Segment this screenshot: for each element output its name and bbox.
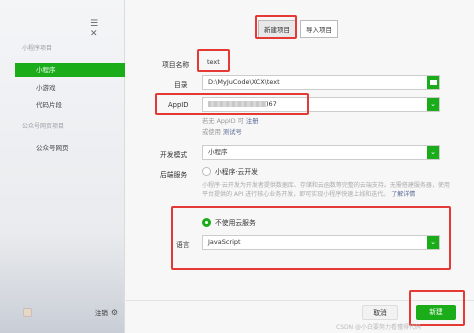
gear-icon[interactable]: ⚙ xyxy=(111,308,118,317)
project-name-label: 项目名称 xyxy=(162,61,190,69)
avatar[interactable] xyxy=(23,307,32,317)
logout-label: 注销 xyxy=(94,309,108,317)
radio-cloud-icon[interactable] xyxy=(202,166,211,176)
appid-hint-test: 或使用 测试号 xyxy=(202,127,242,136)
learn-more-link[interactable]: 了解详情 xyxy=(391,191,415,198)
sidebar-bottom: 注销 ⚙ xyxy=(23,305,118,319)
main-panel: 新建项目 导入项目 项目名称 text 目录 D:\MyJuCode\XCX\t… xyxy=(126,0,474,333)
logout-button[interactable]: 注销 ⚙ xyxy=(94,307,118,318)
radio-cloud-label: 小程序·云开发 xyxy=(215,168,258,176)
sidebar-item-miniprogram[interactable]: 小程序 xyxy=(15,63,125,77)
folder-picker-button[interactable] xyxy=(427,76,439,89)
dev-mode-label: 开发模式 xyxy=(160,151,188,159)
radio-cloud[interactable]: 小程序·云开发 xyxy=(202,166,258,176)
sidebar-item-code-snippet[interactable]: 代码片段 xyxy=(15,98,125,112)
section-title-web: 公众号网页项目 xyxy=(22,123,65,130)
sidebar-item-web[interactable]: 公众号网页 xyxy=(15,141,125,155)
window-controls: ☰ ✕ xyxy=(90,19,120,39)
annotation-box-name xyxy=(197,49,230,72)
backend-label: 后端服务 xyxy=(160,171,188,179)
sidebar-item-minigame[interactable]: 小游戏 xyxy=(15,81,125,95)
directory-field[interactable]: D:\MyJuCode\XCX\text xyxy=(202,75,440,90)
tab-import-project[interactable]: 导入项目 xyxy=(300,20,338,38)
backend-description: 小程序·云开发为开发者提供数据库、存储和云函数等完整的云端支持。无需搭建服务器，… xyxy=(202,181,452,199)
appid-hint-register: 若无 AppID 可 注册 xyxy=(202,116,259,125)
appid-hint-or: 或使用 xyxy=(202,129,221,136)
directory-value: D:\MyJuCode\XCX\text xyxy=(208,78,280,86)
sidebar: ☰ ✕ 小程序项目 小程序 小游戏 代码片段 公众号网页项目 公众号网页 注销 … xyxy=(0,0,125,333)
chevron-down-icon[interactable]: ⌄ xyxy=(427,98,439,111)
test-account-link[interactable]: 测试号 xyxy=(223,129,242,136)
appid-hint-prefix: 若无 AppID 可 xyxy=(202,118,244,125)
dev-mode-value: 小程序 xyxy=(208,148,228,156)
directory-label: 目录 xyxy=(174,81,188,89)
annotation-box-appid xyxy=(155,93,309,115)
section-title-mini: 小程序项目 xyxy=(22,45,53,52)
register-link[interactable]: 注册 xyxy=(246,118,259,125)
folder-icon xyxy=(429,79,437,85)
dev-mode-select[interactable]: 小程序 ⌄ xyxy=(202,145,440,160)
watermark: CSDN @小白要努力看懂得代码 xyxy=(336,324,422,331)
cancel-button[interactable]: 取消 xyxy=(362,305,398,320)
close-icon[interactable]: ✕ xyxy=(90,29,98,39)
annotation-box-cloud xyxy=(171,206,451,270)
annotation-box-tab xyxy=(255,15,297,39)
chevron-down-icon[interactable]: ⌄ xyxy=(427,146,439,159)
menu-icon[interactable]: ☰ xyxy=(90,19,98,29)
annotation-box-create xyxy=(409,290,465,326)
